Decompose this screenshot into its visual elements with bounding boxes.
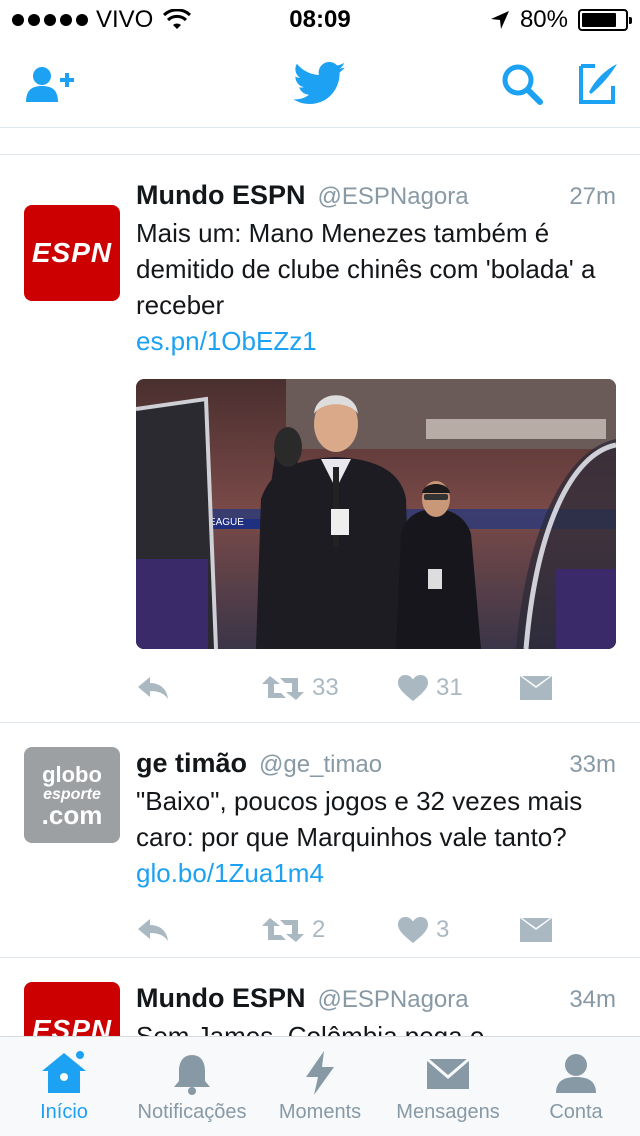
tweet-author-handle[interactable]: @ESPNagora	[318, 179, 469, 215]
tab-label: Início	[40, 1101, 88, 1123]
tab-messages[interactable]: Mensagens	[384, 1037, 512, 1136]
battery-icon	[578, 9, 632, 31]
tweet-author-name[interactable]: ge timão	[136, 745, 247, 781]
retweet-count: 2	[312, 916, 326, 943]
add-user-button[interactable]	[22, 58, 78, 110]
tab-notifications[interactable]: Notificações	[128, 1037, 256, 1136]
tab-moments[interactable]: Moments	[256, 1037, 384, 1136]
like-count: 31	[436, 674, 463, 701]
compose-icon	[579, 64, 617, 104]
reply-icon	[138, 919, 168, 941]
retweet-icon	[262, 676, 304, 700]
globoesporte-logo: globo esporte .com	[41, 762, 103, 830]
heart-icon	[398, 675, 428, 701]
reply-icon	[138, 677, 168, 699]
tweet-timestamp: 27m	[569, 183, 616, 210]
photo-man-waving: CHAMPIONS LEAGUE	[136, 379, 616, 649]
avatar[interactable]: ESPN	[24, 982, 120, 1036]
tweet-text: Sem James, Colômbia pega o	[136, 1018, 616, 1036]
timeline[interactable]: ESPN Mundo ESPN @ESPNagora 27m Mais um: …	[0, 129, 640, 1036]
tweet-text: "Baixo", poucos jogos e 32 vezes mais ca…	[136, 783, 616, 891]
tweet-author-handle[interactable]: @ge_timao	[259, 747, 382, 783]
retweet-count: 33	[312, 674, 339, 701]
tab-label: Mensagens	[396, 1101, 500, 1123]
tab-label: Notificações	[137, 1101, 247, 1123]
search-button[interactable]	[494, 58, 550, 110]
reply-button[interactable]	[136, 675, 262, 701]
retweet-button[interactable]: 2	[262, 916, 398, 944]
tweet-link[interactable]: es.pn/1ObEZz1	[136, 326, 317, 356]
espn-logo: ESPN	[31, 1014, 113, 1036]
tweet-author-name[interactable]: Mundo ESPN	[136, 980, 306, 1016]
espn-logo: ESPN	[31, 237, 113, 268]
compose-button[interactable]	[568, 58, 624, 110]
tweet-text: Mais um: Mano Menezes também é demitido …	[136, 215, 616, 359]
tweet[interactable]: ESPN Mundo ESPN @ESPNagora 34m Sem James…	[0, 958, 640, 1036]
like-button[interactable]: 31	[398, 674, 520, 702]
status-right: 80%	[490, 6, 632, 34]
twitter-bird-icon	[293, 62, 346, 105]
status-bar: VIVO 08:09 80%	[0, 0, 640, 40]
tweet-body: "Baixo", poucos jogos e 32 vezes mais ca…	[136, 786, 583, 852]
tab-account[interactable]: Conta	[512, 1037, 640, 1136]
tweet-photo[interactable]: CHAMPIONS LEAGUE	[136, 379, 616, 649]
tweet-timestamp: 34m	[569, 986, 616, 1013]
avatar[interactable]: globo esporte .com	[24, 747, 120, 843]
tweet-partial-top	[0, 129, 640, 155]
tab-home[interactable]: Início	[0, 1037, 128, 1136]
add-user-icon	[26, 67, 74, 102]
envelope-icon	[520, 676, 552, 700]
like-button[interactable]: 3	[398, 916, 520, 944]
direct-message-button[interactable]	[520, 918, 552, 942]
person-icon	[556, 1054, 596, 1093]
envelope-icon	[520, 918, 552, 942]
search-icon	[502, 64, 543, 105]
tweet-body: Mais um: Mano Menezes também é demitido …	[136, 218, 596, 320]
tweet-author-handle[interactable]: @ESPNagora	[318, 982, 469, 1018]
retweet-icon	[262, 918, 304, 942]
tweet-timestamp: 33m	[569, 751, 616, 778]
tab-label: Moments	[278, 1101, 362, 1123]
battery-percent: 80%	[519, 6, 568, 33]
tweet-header: ge timão @ge_timao 33m	[136, 745, 616, 783]
tweet-actions: 33 31	[136, 649, 616, 727]
tweet[interactable]: ESPN Mundo ESPN @ESPNagora 27m Mais um: …	[0, 155, 640, 723]
like-count: 3	[436, 916, 450, 943]
envelope-icon	[426, 1057, 470, 1089]
tab-bar: Início Notificações Moments Mensagens Co…	[0, 1036, 640, 1136]
new-tweets-dot	[74, 1049, 86, 1061]
lightning-icon	[306, 1051, 334, 1095]
nav-bar	[0, 40, 640, 128]
tweet-header: Mundo ESPN @ESPNagora 34m	[136, 980, 616, 1018]
avatar[interactable]: ESPN	[24, 205, 120, 301]
retweet-button[interactable]: 33	[262, 674, 398, 702]
tweet-author-name[interactable]: Mundo ESPN	[136, 177, 306, 213]
heart-icon	[398, 917, 428, 943]
tweet-header: Mundo ESPN @ESPNagora 27m	[136, 177, 616, 215]
location-icon	[490, 11, 509, 29]
tweet-link[interactable]: glo.bo/1Zua1m4	[136, 858, 324, 888]
tweet[interactable]: globo esporte .com ge timão @ge_timao 33…	[0, 723, 640, 958]
twitter-logo[interactable]	[290, 58, 350, 110]
bell-icon	[174, 1055, 210, 1095]
tweet-body: Sem James, Colômbia pega o	[136, 1021, 485, 1036]
tab-label: Conta	[549, 1101, 603, 1123]
reply-button[interactable]	[136, 917, 262, 943]
direct-message-button[interactable]	[520, 676, 552, 700]
